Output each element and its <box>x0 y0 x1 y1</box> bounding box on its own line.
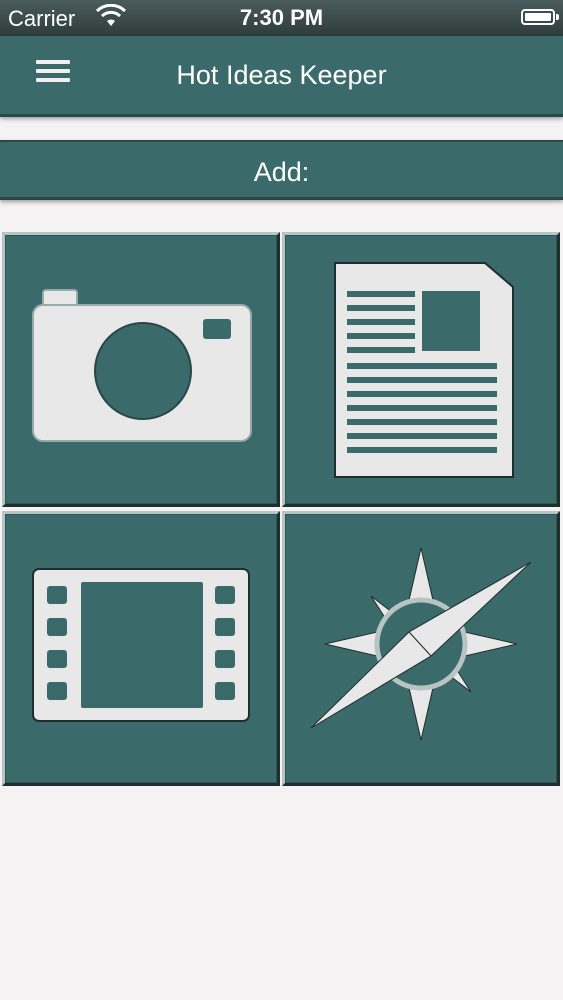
document-icon <box>334 262 514 478</box>
battery-icon <box>521 9 559 25</box>
add-photo-tile[interactable] <box>2 232 280 507</box>
film-icon <box>32 568 250 722</box>
add-label: Add: <box>253 157 310 187</box>
add-link-tile[interactable] <box>282 511 560 786</box>
add-video-tile[interactable] <box>2 511 280 786</box>
add-header: Add: <box>0 140 563 200</box>
camera-icon <box>32 289 252 442</box>
compass-icon <box>310 547 532 741</box>
status-time: 7:30 PM <box>239 5 324 30</box>
add-note-tile[interactable] <box>282 232 560 507</box>
page-title: Hot Ideas Keeper <box>176 60 387 90</box>
navigation-bar: Hot Ideas Keeper <box>0 36 563 117</box>
status-bar: Carrier 7:30 PM <box>0 0 563 36</box>
